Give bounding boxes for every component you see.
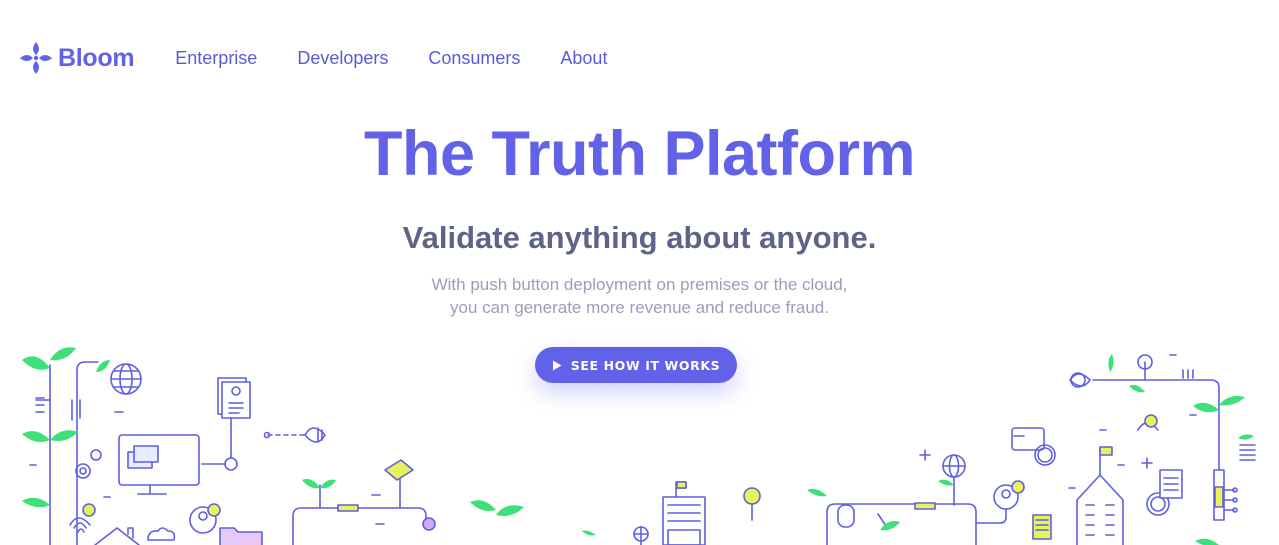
nav-link-consumers[interactable]: Consumers (428, 48, 520, 69)
monitor-icon (118, 434, 200, 495)
brand-name: Bloom (58, 43, 135, 72)
user-check-icon (975, 480, 1025, 524)
hero-description: With push button deployment on premises … (0, 273, 1279, 319)
nav-link-about[interactable]: About (560, 48, 607, 69)
top-navigation: Bloom Enterprise Developers Consumers Ab… (18, 38, 647, 78)
nav-link-enterprise[interactable]: Enterprise (175, 48, 257, 69)
fingerprint-icon (69, 517, 91, 533)
hero-description-line-1: With push button deployment on premises … (431, 275, 848, 294)
building-icon (662, 481, 706, 545)
flag-icon (1099, 446, 1113, 456)
gear-icon (75, 449, 102, 479)
id-card-icon (217, 377, 251, 419)
hero-illustration (22, 347, 1256, 545)
hero-subtitle: Validate anything about anyone. (402, 220, 877, 255)
nav-link-developers[interactable]: Developers (297, 48, 388, 69)
globe-icon (110, 363, 142, 395)
document-icon (1159, 469, 1183, 499)
coin-icon (1034, 444, 1056, 466)
hero-title: The Truth Platform (363, 119, 916, 189)
house-icon (94, 527, 140, 545)
lightbulb-icon (743, 487, 761, 521)
brand-logo-link[interactable]: Bloom (18, 40, 135, 76)
hero-description-line-2: you can generate more revenue and reduce… (450, 298, 829, 317)
bloom-logo-icon (18, 40, 54, 76)
